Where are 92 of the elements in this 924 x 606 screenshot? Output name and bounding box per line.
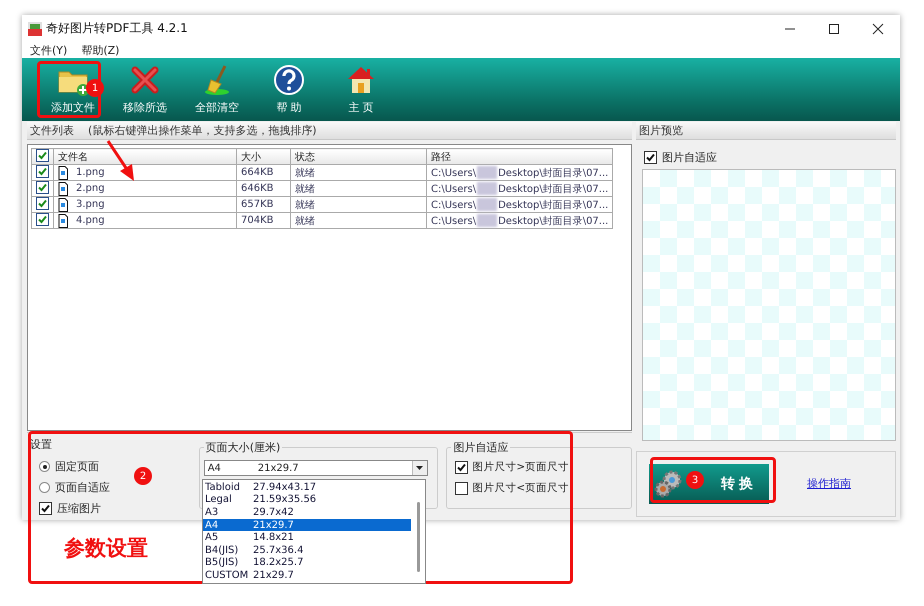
column-header[interactable]: 大小 bbox=[236, 148, 290, 164]
maximize-icon[interactable] bbox=[828, 22, 840, 34]
column-header[interactable]: 路径 bbox=[426, 148, 613, 164]
tick-icon bbox=[645, 152, 656, 163]
radio-button[interactable] bbox=[39, 482, 50, 493]
checkbox-label: 图片尺寸<页面尺寸 bbox=[472, 481, 570, 495]
checkbox[interactable] bbox=[36, 149, 49, 162]
dropdown-value: 21x29.7 bbox=[258, 462, 299, 474]
toolbar-button[interactable]: 全部清空 bbox=[181, 58, 253, 121]
radio-label: 页面自适应 bbox=[55, 480, 110, 495]
table-cell: 657KB bbox=[236, 196, 290, 212]
help-icon bbox=[273, 64, 305, 96]
checkbox[interactable] bbox=[455, 482, 468, 494]
tick-icon bbox=[37, 166, 48, 177]
redaction-blur bbox=[477, 182, 498, 196]
path-text: Desktop\封面目录\07... bbox=[498, 168, 608, 178]
toolbar-button[interactable]: 移除所选 bbox=[109, 58, 181, 121]
checkbox[interactable] bbox=[455, 460, 468, 474]
table-cell: 就绪 bbox=[290, 212, 426, 228]
redaction-blur bbox=[477, 214, 498, 228]
file-name: 4.png bbox=[76, 215, 105, 226]
dropdown-option[interactable]: Tabloid 27.94x43.17 bbox=[203, 481, 411, 494]
redaction-blur bbox=[477, 166, 498, 180]
checkbox[interactable] bbox=[36, 197, 49, 210]
file-icon bbox=[58, 182, 68, 196]
gears-icon bbox=[653, 468, 683, 499]
dropdown-option[interactable]: A5 14.8x21 bbox=[203, 531, 411, 544]
radio-button[interactable] bbox=[39, 461, 50, 472]
app-icon bbox=[28, 22, 42, 36]
cross-icon bbox=[129, 64, 161, 96]
tick-icon bbox=[37, 182, 48, 193]
checkbox-label: 压缩图片 bbox=[57, 501, 101, 516]
dropdown-option[interactable]: B4(JIS) 25.7x36.4 bbox=[203, 544, 411, 557]
table-cell: 就绪 bbox=[290, 180, 426, 196]
path-text: C:\Users\ bbox=[431, 168, 476, 178]
tick-icon bbox=[40, 503, 51, 514]
path-text: C:\Users\ bbox=[431, 216, 476, 226]
dropdown-option[interactable]: Legal 21.59x35.56 bbox=[203, 494, 411, 506]
window-title: 奇好图片转PDF工具 4.2.1 bbox=[46, 20, 188, 37]
file-icon bbox=[58, 166, 68, 180]
file-name: 3.png bbox=[76, 199, 105, 210]
panel-title: 文件列表 bbox=[30, 123, 74, 138]
path-text: C:\Users\ bbox=[431, 200, 476, 210]
toolbar-button[interactable]: 主 页 bbox=[325, 58, 397, 121]
radio-label: 固定页面 bbox=[55, 459, 99, 474]
annotation-caption: 参数设置 bbox=[64, 535, 148, 562]
table-cell: 就绪 bbox=[290, 164, 426, 180]
page-size-dropdown[interactable]: A4 21x29.7 bbox=[204, 460, 428, 476]
checkbox-label: 图片自适应 bbox=[662, 150, 717, 165]
dropdown-option[interactable]: A4 21x29.7 bbox=[203, 518, 411, 532]
file-icon bbox=[58, 198, 68, 212]
group-title: 图片自适应 bbox=[451, 440, 510, 455]
checkbox[interactable] bbox=[36, 213, 49, 226]
checkbox[interactable] bbox=[36, 181, 49, 194]
table-cell: 646KB bbox=[236, 180, 290, 196]
dropdown-arrow-icon bbox=[416, 466, 424, 470]
dropdown-option[interactable]: A3 29.7x42 bbox=[203, 506, 411, 519]
redaction-blur bbox=[477, 198, 498, 212]
dropdown-option[interactable]: CUSTOM 21x29.7 bbox=[203, 569, 411, 582]
dropdown-option[interactable]: B5(JIS) 18.2x25.7 bbox=[203, 556, 411, 570]
path-text: Desktop\封面目录\07... bbox=[498, 184, 608, 194]
table-cell: 就绪 bbox=[290, 196, 426, 212]
menu-item[interactable]: 帮助(Z) bbox=[81, 42, 120, 58]
annotation-arrow bbox=[106, 139, 136, 183]
checkbox[interactable] bbox=[644, 151, 657, 164]
panel-title: 图片预览 bbox=[639, 123, 683, 138]
checkbox[interactable] bbox=[36, 165, 49, 178]
tick-icon bbox=[456, 462, 468, 472]
group-title: 页面大小(厘米) bbox=[204, 440, 282, 455]
scrollbar-thumb[interactable] bbox=[417, 502, 420, 572]
dropdown-value: A4 bbox=[206, 462, 222, 474]
section-title: 设置 bbox=[30, 437, 53, 452]
column-header[interactable]: 状态 bbox=[290, 148, 426, 164]
tick-icon bbox=[37, 150, 48, 161]
close-icon[interactable] bbox=[872, 22, 884, 34]
tick-icon bbox=[37, 214, 48, 225]
path-text: Desktop\封面目录\07... bbox=[498, 200, 608, 210]
menu-item[interactable]: 文件(Y) bbox=[30, 42, 68, 58]
file-name: 2.png bbox=[76, 183, 105, 194]
column-header[interactable]: 文件名 bbox=[54, 148, 236, 164]
tick-icon bbox=[37, 198, 48, 209]
path-text: Desktop\封面目录\07... bbox=[498, 216, 608, 226]
hint-text: (鼠标右键弹出操作菜单，支持多选，拖拽排序) bbox=[88, 123, 317, 138]
checkbox[interactable] bbox=[39, 502, 52, 515]
file-icon bbox=[58, 214, 68, 228]
toolbar-button[interactable]: 帮 助 bbox=[253, 58, 325, 121]
table-cell: 704KB bbox=[236, 212, 290, 228]
guide-link[interactable]: 操作指南 bbox=[807, 476, 851, 492]
file-name: 1.png bbox=[76, 167, 105, 178]
checkbox-label: 图片尺寸>页面尺寸 bbox=[472, 460, 570, 474]
table-cell: 664KB bbox=[236, 164, 290, 180]
path-text: C:\Users\ bbox=[431, 184, 476, 194]
